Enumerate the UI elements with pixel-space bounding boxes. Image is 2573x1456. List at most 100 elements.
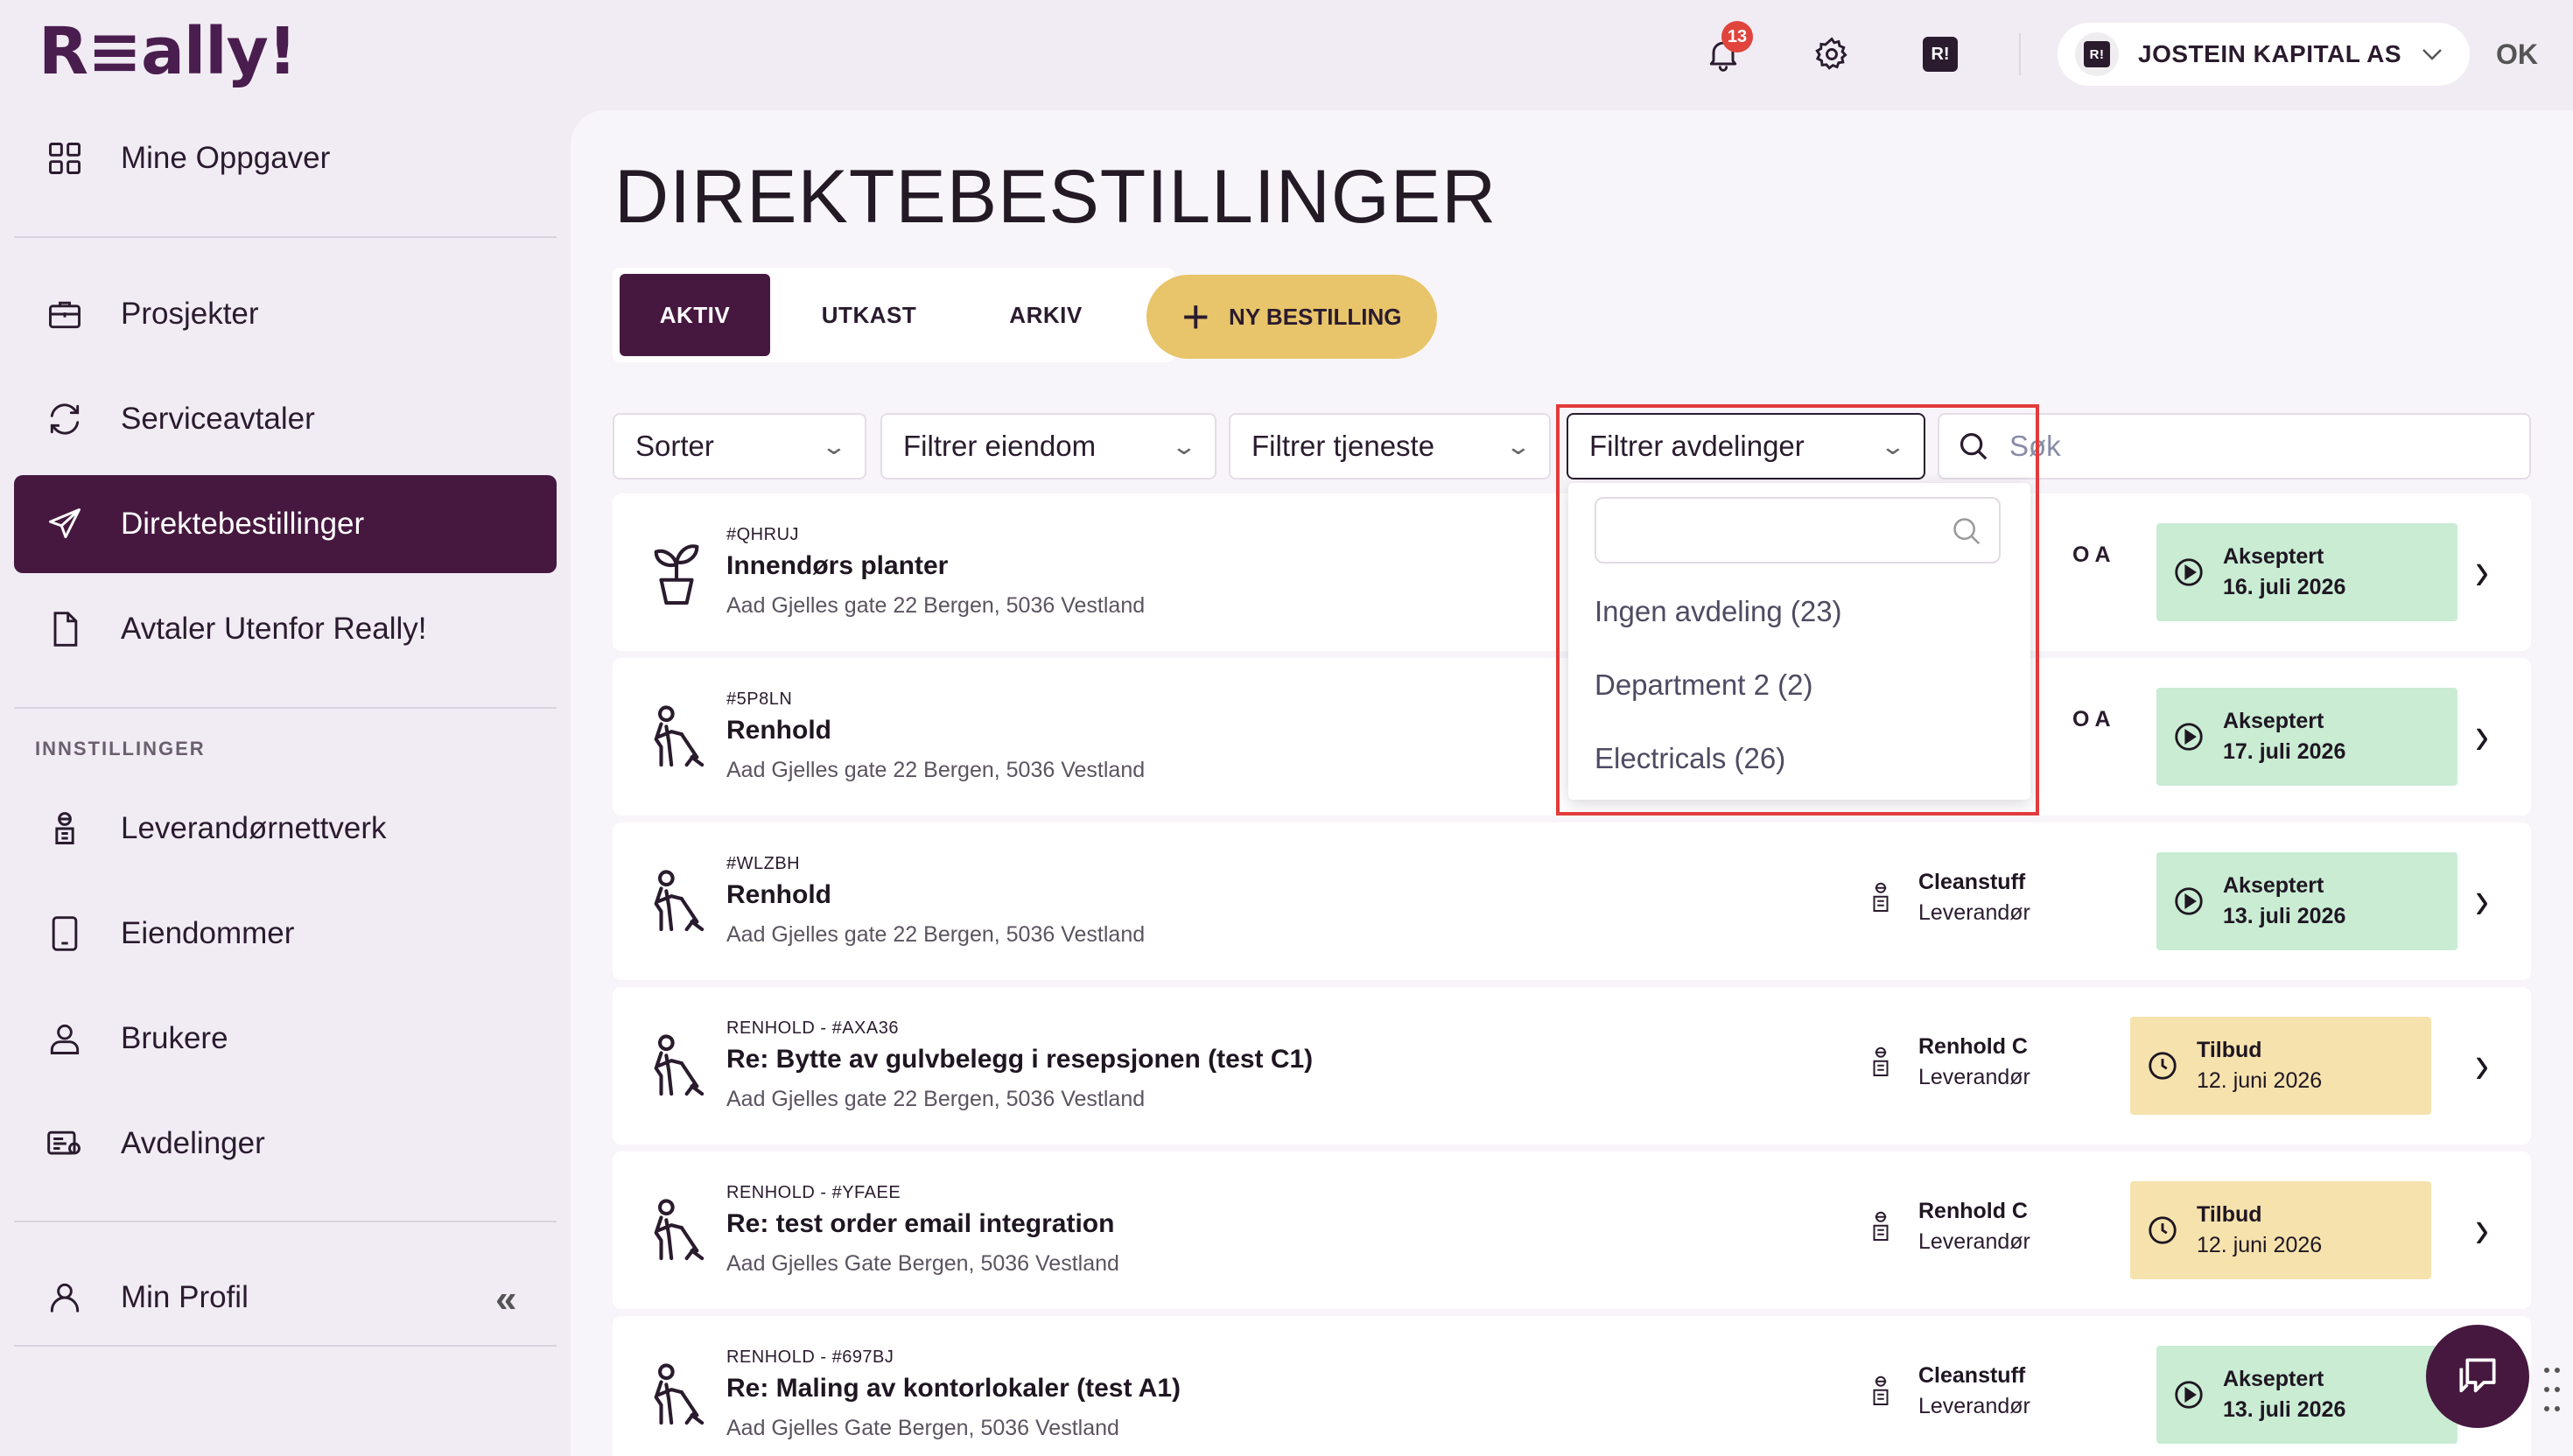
search-placeholder: Søk [2009,430,2061,462]
supplier-info: Renhold C Leverandør [1868,1034,2030,1090]
status-date: 12. juni 2026 [2197,1068,2323,1093]
order-title: Re: Bytte av gulvbelegg i resepsjonen (t… [726,1045,1314,1074]
sidebar-item-label: Mine Oppgaver [121,141,331,175]
sidebar-item-prosjekter[interactable]: Prosjekter [14,265,557,363]
supplier-role: Leverandør [1918,900,2030,925]
chevron-right-icon[interactable]: › [2475,705,2489,768]
sidebar-item-serviceavtaler[interactable]: Serviceavtaler [14,370,557,468]
profile-icon [50,1283,80,1312]
sidebar-item-label: Min Profil [121,1280,249,1314]
cleaning-icon [654,1363,705,1425]
order-address: Aad Gjelles gate 22 Bergen, 5036 Vestlan… [726,758,1146,782]
search-field[interactable]: Søk [1938,413,2531,480]
sidebar-item-min-profil[interactable]: Min Profil [14,1249,557,1347]
department-filter[interactable]: Filtrer avdelinger ⌄ [1567,413,1925,480]
service-filter[interactable]: Filtrer tjeneste ⌄ [1229,413,1551,480]
status-label: Akseptert [2223,1367,2324,1391]
order-code: #5P8LN [726,690,793,709]
supplier-info: Renhold C Leverandør [1868,1199,2030,1255]
sidebar: Mine Oppgaver Prosjekter Serviceavtaler … [0,109,569,1456]
company-selector[interactable]: R! JOSTEIN KAPITAL AS [2058,23,2470,86]
department-icon [47,1130,81,1155]
search-icon [1953,518,1981,545]
supplier-info: Cleanstuff Leverandør [1868,1363,2030,1419]
user-icon [50,1024,80,1054]
order-title: Renhold [726,716,831,745]
search-icon [1960,432,1988,460]
status-date: 13. juli 2026 [2223,1397,2346,1422]
sidebar-divider [14,1221,557,1222]
company-name: JOSTEIN KAPITAL AS [2138,40,2401,67]
sort-select[interactable]: Sorter ⌄ [613,413,866,480]
sidebar-item-label: Eiendommer [121,916,295,950]
supplier-info: Cleanstuff Leverandør [1868,870,2030,926]
chat-icon [2459,1358,2496,1393]
plus-icon: + [1181,290,1210,343]
tab-utkast[interactable]: UTKAST [770,274,968,356]
status-label: Tilbud [2197,1202,2262,1227]
supplier-role: Leverandør [1918,1229,2030,1254]
sidebar-item-leverandornettverk[interactable]: Leverandørnettverk [14,780,557,878]
play-circle-icon [2175,558,2203,586]
chevron-right-icon[interactable]: › [2475,541,2489,604]
new-order-label: NY BESTILLING [1229,303,1402,330]
company-avatar: R! [2075,32,2120,76]
sidebar-item-avdelinger[interactable]: Avdelinger [14,1095,557,1193]
sidebar-divider [14,707,557,709]
order-title: Innendørs planter [726,551,949,580]
sidebar-item-brukere[interactable]: Brukere [14,990,557,1088]
status-badge: Tilbud 12. juni 2026 [2130,1017,2431,1115]
status-tabs: AKTIV UTKAST ARKIV [613,268,1174,362]
sidebar-item-avtaler-utenfor[interactable]: Avtaler Utenfor Really! [14,580,557,678]
order-address: Aad Gjelles gate 22 Bergen, 5036 Vestlan… [726,593,1146,618]
order-title: Renhold [726,880,831,909]
drag-handle-icon[interactable] [2541,1365,2562,1414]
refresh-icon [50,403,80,435]
supplier-name: Cleanstuff [1918,870,2026,894]
status-date: 17. juli 2026 [2223,739,2346,764]
order-row[interactable]: RENHOLD - #YFAEE Re: test order email int… [613,1152,2531,1309]
department-option[interactable]: Electricals (26) [1595,742,1785,775]
really-badge-icon: R! [1923,37,1959,72]
settings-section-label: INNSTILLINGER [35,738,206,760]
status-label: Akseptert [2223,544,2324,569]
order-code: RENHOLD - #AXA36 [726,1018,899,1038]
chevron-down-icon: ⌄ [820,432,848,459]
really-app-button[interactable]: R! [1907,21,1974,88]
supplier-name: Renhold C [1918,1199,2028,1223]
tab-arkiv[interactable]: ARKIV [968,274,1124,356]
settings-button[interactable] [1798,21,1865,88]
department-option[interactable]: Ingen avdeling (23) [1595,595,1842,628]
really-logo[interactable]: R≡ally! [39,14,298,89]
chat-button[interactable] [2426,1325,2529,1428]
collapse-sidebar-button[interactable]: « [495,1278,516,1321]
chevron-right-icon[interactable]: › [2475,1199,2489,1262]
property-filter[interactable]: Filtrer eiendom ⌄ [880,413,1216,480]
plant-icon [654,544,699,606]
notifications-button[interactable]: 13 [1690,21,1756,88]
chevron-down-icon: ⌄ [1170,432,1198,459]
supplier-name: Renhold C [1918,1034,2028,1059]
play-circle-icon [2175,1381,2203,1409]
sidebar-item-label: Prosjekter [121,297,259,331]
order-row[interactable]: RENHOLD - #AXA36 Re: Bytte av gulvbelegg … [613,987,2531,1144]
chevron-down-icon: ⌄ [1504,432,1532,459]
status-date: 16. juli 2026 [2223,575,2346,599]
supplier-partial-text: O A [2072,542,2111,567]
sidebar-item-mine-oppgaver[interactable]: Mine Oppgaver [14,109,557,207]
tab-aktiv[interactable]: AKTIV [620,274,770,356]
new-order-button[interactable]: + NY BESTILLING [1146,275,1437,359]
cleaning-icon [654,1034,705,1096]
department-option[interactable]: Department 2 (2) [1595,668,1812,702]
department-search-input[interactable] [1595,497,2001,564]
user-initials[interactable]: OK [2496,38,2538,71]
sidebar-item-eiendommer[interactable]: Eiendommer [14,885,557,983]
sidebar-item-direktebestillinger[interactable]: Direktebestillinger [14,475,557,573]
chevron-right-icon[interactable]: › [2475,1034,2489,1097]
status-label: Akseptert [2223,709,2324,733]
order-row[interactable]: #WLZBH Renhold Aad Gjelles gate 22 Bergen,… [613,822,2531,980]
order-code: #WLZBH [726,854,801,873]
chevron-right-icon[interactable]: › [2475,870,2489,933]
order-row[interactable]: RENHOLD - #697BJ Re: Maling av kontorloka… [613,1316,2531,1456]
clock-icon [2149,1216,2177,1244]
